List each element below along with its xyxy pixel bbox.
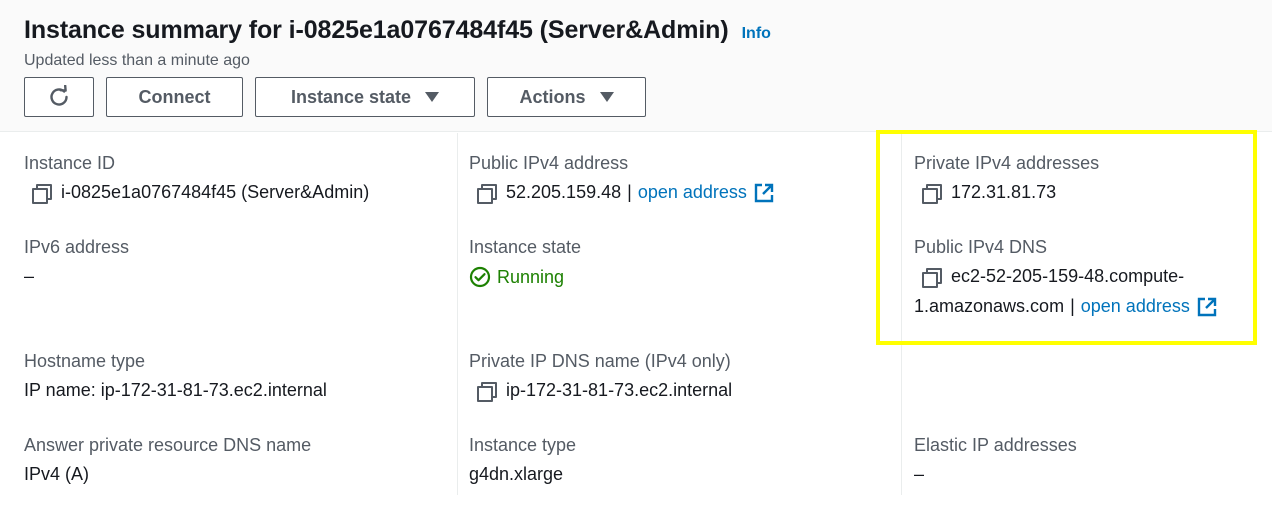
instance-state-label: Instance state [290,86,412,107]
field-public-ipv4: Public IPv4 address 52.205.159.48 | open… [469,153,774,204]
field-value: ip-172-31-81-73.ec2.internal [469,380,733,402]
field-label: Private IP DNS name (IPv4 only) [469,351,731,371]
open-address-link[interactable]: open address [638,182,747,203]
separator: | [627,182,632,202]
check-circle-icon [469,266,491,288]
updated-timestamp: Updated less than a minute ago [24,52,250,69]
field-instance-id: Instance ID i-0825e1a0767484f45 (Server&… [24,153,370,204]
answer-dns-value: IPv4 (A) [24,464,90,484]
external-link-icon[interactable] [754,183,774,203]
summary-header: Instance summary for i-0825e1a0767484f45… [0,0,1272,132]
info-link[interactable]: Info [742,25,771,43]
connect-label: Connect [138,86,211,107]
elastic-ip-value: – [914,464,925,484]
field-label: Instance type [469,435,577,455]
title-row: Instance summary for i-0825e1a0767484f45… [24,16,771,45]
status-running: Running [469,266,581,288]
page-title: Instance summary for i-0825e1a0767484f45… [24,16,729,44]
field-label: Answer private resource DNS name [24,435,312,455]
instance-state-dropdown[interactable]: Instance state [255,77,475,117]
field-label: Instance state [469,237,582,257]
caret-down-icon [425,92,440,102]
field-private-dns: Private IP DNS name (IPv4 only) ip-172-3… [469,351,733,402]
connect-button[interactable]: Connect [106,77,243,117]
actions-dropdown[interactable]: Actions [487,77,646,117]
caret-down-icon [599,92,614,102]
field-elastic-ip: Elastic IP addresses – [914,435,1077,485]
public-ipv4-value: 52.205.159.48 [506,182,622,202]
field-label: Hostname type [24,351,146,371]
private-dns-value: ip-172-31-81-73.ec2.internal [506,380,733,400]
instance-state-value: Running [497,266,565,287]
copy-icon[interactable] [32,184,52,204]
refresh-icon [50,85,68,106]
hostname-type-value: IP name: ip-172-31-81-73.ec2.internal [24,380,327,400]
field-ipv6: IPv6 address – [24,237,129,287]
field-instance-type: Instance type g4dn.xlarge [469,435,576,485]
field-answer-dns: Answer private resource DNS name IPv4 (A… [24,435,311,485]
toolbar: Connect Instance state Actions [24,77,646,117]
column-divider [457,133,458,495]
refresh-button[interactable] [24,77,94,117]
actions-label: Actions [519,86,586,107]
copy-icon[interactable] [477,382,497,402]
copy-icon[interactable] [477,184,497,204]
instance-id-value: i-0825e1a0767484f45 (Server&Admin) [61,182,370,202]
field-value: i-0825e1a0767484f45 (Server&Admin) [24,182,370,204]
field-instance-state: Instance state Running [469,237,581,288]
ipv6-value: – [24,266,35,286]
field-label: IPv6 address [24,237,130,257]
highlight-box [876,130,1257,345]
instance-type-value: g4dn.xlarge [469,464,564,484]
field-label: Instance ID [24,153,116,173]
field-hostname-type: Hostname type IP name: ip-172-31-81-73.e… [24,351,327,401]
field-label: Public IPv4 address [469,153,629,173]
field-label: Elastic IP addresses [914,435,1077,455]
field-value: 52.205.159.48 | open address [469,182,774,204]
